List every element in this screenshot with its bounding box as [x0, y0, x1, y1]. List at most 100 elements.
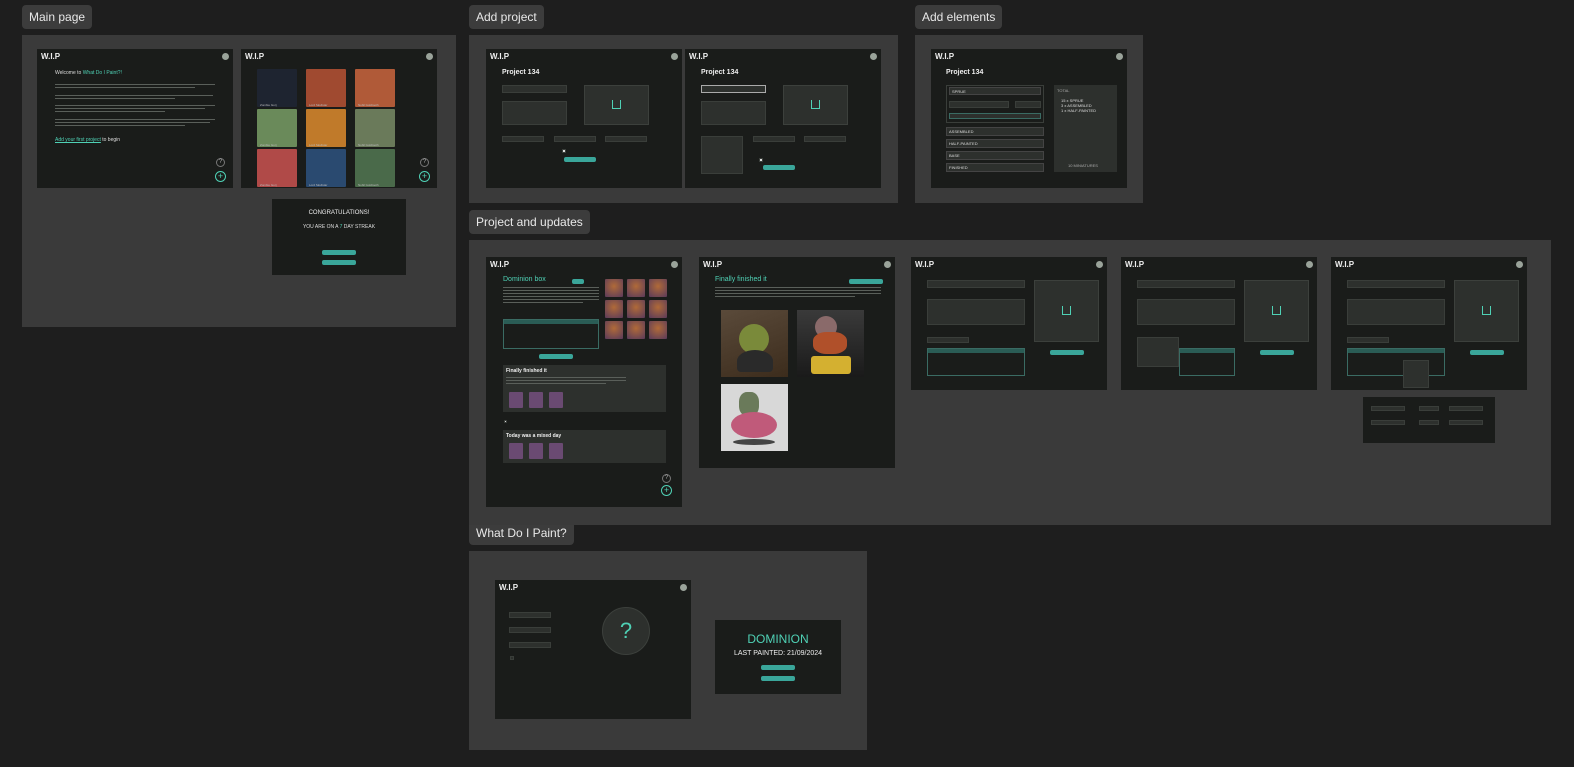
- update-checkbox[interactable]: [504, 420, 507, 423]
- add-update-button[interactable]: [539, 354, 573, 359]
- status-select[interactable]: [605, 136, 647, 142]
- miniature-photo-squig[interactable]: [721, 384, 788, 451]
- streak-primary-button[interactable]: [322, 250, 356, 255]
- section-label-project-updates[interactable]: Project and updates: [469, 210, 590, 234]
- show-updates-checkbox[interactable]: [562, 149, 566, 153]
- gallery-project-card[interactable]: [257, 109, 297, 147]
- update-description-input[interactable]: [927, 299, 1025, 325]
- element-checklist[interactable]: [1137, 337, 1179, 367]
- section-label-add-elements[interactable]: Add elements: [915, 5, 1003, 29]
- add-first-project-link[interactable]: Add your first project: [55, 137, 101, 143]
- status-dropdown-open[interactable]: [1403, 360, 1429, 388]
- gallery-project-card[interactable]: [355, 149, 395, 187]
- gallery-project-card[interactable]: [257, 69, 297, 107]
- update-photo[interactable]: [529, 443, 543, 459]
- update-image-upload[interactable]: [1454, 280, 1519, 342]
- update-photo[interactable]: [549, 443, 563, 459]
- save-project-button[interactable]: [763, 165, 795, 170]
- update-description-input[interactable]: [1347, 299, 1445, 325]
- project-name-input[interactable]: [701, 85, 766, 93]
- status-select[interactable]: [804, 136, 846, 142]
- add-element-button[interactable]: [949, 113, 1041, 119]
- add-project-button[interactable]: +: [215, 171, 226, 182]
- update-title-input[interactable]: [927, 280, 1025, 288]
- update-photo[interactable]: [509, 392, 523, 408]
- miniature-thumbnail[interactable]: [627, 300, 645, 318]
- assembled-select[interactable]: ASSEMBLED: [946, 127, 1044, 136]
- cover-image-upload[interactable]: [783, 85, 848, 125]
- save-update-button[interactable]: [1050, 350, 1084, 355]
- amount-input[interactable]: [1419, 420, 1439, 425]
- miniature-thumbnail[interactable]: [605, 300, 623, 318]
- update-photo[interactable]: [509, 443, 523, 459]
- filter-type-select[interactable]: [509, 612, 551, 618]
- streak-secondary-button[interactable]: [322, 260, 356, 265]
- amount-input[interactable]: [1419, 406, 1439, 411]
- element-type-select[interactable]: SPRUE: [949, 87, 1041, 95]
- brand-select[interactable]: [554, 136, 596, 142]
- element-select[interactable]: [1371, 420, 1405, 425]
- gallery-project-card[interactable]: [306, 69, 346, 107]
- update-title-input[interactable]: [1137, 280, 1235, 288]
- description-input[interactable]: [701, 101, 766, 125]
- profile-icon[interactable]: [1516, 261, 1523, 268]
- update-title-input[interactable]: [1347, 280, 1445, 288]
- element-status-select[interactable]: [1347, 337, 1389, 343]
- element-name-input[interactable]: [949, 101, 1009, 108]
- miniature-photo-orc[interactable]: [721, 310, 788, 377]
- go-to-project-button[interactable]: [761, 665, 795, 670]
- profile-icon[interactable]: [680, 584, 687, 591]
- miniature-thumbnail[interactable]: [627, 321, 645, 339]
- profile-icon[interactable]: [1096, 261, 1103, 268]
- gallery-project-card[interactable]: [306, 149, 346, 187]
- add-project-button[interactable]: +: [419, 171, 430, 182]
- profile-icon[interactable]: [1116, 53, 1123, 60]
- save-update-button[interactable]: [1260, 350, 1294, 355]
- update-image-upload[interactable]: [1244, 280, 1309, 342]
- update-photo[interactable]: [549, 392, 563, 408]
- miniature-thumbnail[interactable]: [649, 279, 667, 297]
- profile-icon[interactable]: [1306, 261, 1313, 268]
- status-select[interactable]: [1449, 420, 1483, 425]
- project-name-input[interactable]: [502, 85, 567, 93]
- profile-icon[interactable]: [671, 53, 678, 60]
- miniature-thumbnail[interactable]: [649, 321, 667, 339]
- element-select[interactable]: [1371, 406, 1405, 411]
- miniature-thumbnail[interactable]: [649, 300, 667, 318]
- edit-project-button[interactable]: [572, 279, 584, 284]
- filter-status-select[interactable]: [509, 642, 551, 648]
- profile-icon[interactable]: [671, 261, 678, 268]
- brand-select[interactable]: [753, 136, 795, 142]
- profile-icon[interactable]: [870, 53, 877, 60]
- add-update-plus-button[interactable]: +: [661, 485, 672, 496]
- miniature-photo-rider[interactable]: [797, 310, 864, 377]
- type-select-open[interactable]: [701, 136, 743, 174]
- try-again-button[interactable]: [761, 676, 795, 681]
- cover-image-upload[interactable]: [584, 85, 649, 125]
- filter-checkbox[interactable]: [510, 656, 514, 660]
- save-project-button[interactable]: [564, 157, 596, 162]
- filter-brand-select[interactable]: [509, 627, 551, 633]
- type-select[interactable]: [502, 136, 544, 142]
- back-to-project-button[interactable]: [849, 279, 883, 284]
- gallery-project-card[interactable]: [306, 109, 346, 147]
- half-painted-select[interactable]: HALF-PAINTED: [946, 139, 1044, 148]
- section-label-add-project[interactable]: Add project: [469, 5, 544, 29]
- profile-icon[interactable]: [426, 53, 433, 60]
- element-amount-input[interactable]: [1015, 101, 1041, 108]
- base-select[interactable]: BASE: [946, 151, 1044, 160]
- help-icon[interactable]: ?: [216, 158, 225, 167]
- profile-icon[interactable]: [884, 261, 891, 268]
- gallery-project-card[interactable]: [355, 109, 395, 147]
- help-icon[interactable]: ?: [662, 474, 671, 483]
- section-label-main-page[interactable]: Main page: [22, 5, 93, 29]
- help-icon[interactable]: ?: [420, 158, 429, 167]
- miniature-thumbnail[interactable]: [627, 279, 645, 297]
- save-update-button[interactable]: [1470, 350, 1504, 355]
- miniature-thumbnail[interactable]: [605, 321, 623, 339]
- finished-select[interactable]: FINISHED: [946, 163, 1044, 172]
- gallery-project-card[interactable]: [257, 149, 297, 187]
- update-description-input[interactable]: [1137, 299, 1235, 325]
- random-pick-button[interactable]: ?: [602, 607, 650, 655]
- description-input[interactable]: [502, 101, 567, 125]
